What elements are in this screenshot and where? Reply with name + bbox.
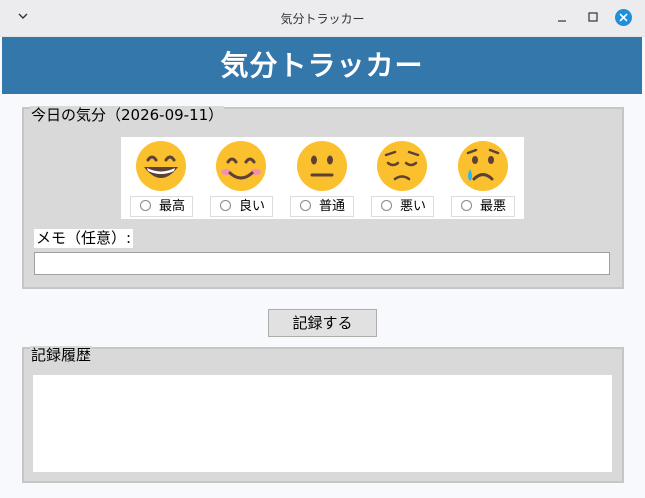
- memo-input[interactable]: [34, 252, 610, 275]
- radio-circle-icon: [381, 200, 392, 211]
- radio-circle-icon: [461, 200, 472, 211]
- today-mood-legend: 今日の気分（2026-09-11）: [30, 106, 225, 124]
- close-icon: [619, 13, 628, 22]
- smiling-face-icon: [216, 141, 266, 191]
- mood-radio-good[interactable]: 良い: [210, 196, 273, 217]
- mood-label: 普通: [319, 199, 346, 214]
- close-button[interactable]: [615, 9, 632, 26]
- maximize-icon[interactable]: [588, 12, 598, 22]
- history-legend: 記録履歴: [30, 346, 93, 364]
- mood-label: 良い: [239, 199, 266, 214]
- mood-radio-worst[interactable]: 最悪: [451, 196, 515, 217]
- neutral-face-icon: [297, 141, 347, 191]
- app-header-title: 気分トラッカー: [2, 37, 642, 94]
- mood-radio-normal[interactable]: 普通: [290, 196, 354, 217]
- window-titlebar: 気分トラッカー: [0, 0, 645, 37]
- mood-radio-bad[interactable]: 悪い: [371, 196, 434, 217]
- grinning-face-icon: [136, 141, 186, 191]
- history-list[interactable]: [33, 375, 612, 472]
- mood-label: 最悪: [480, 199, 507, 214]
- crying-face-icon: [458, 141, 508, 191]
- mood-label: 悪い: [400, 199, 427, 214]
- radio-circle-icon: [220, 200, 231, 211]
- mood-radio-best[interactable]: 最高: [130, 196, 193, 217]
- record-button[interactable]: 記録する: [268, 309, 377, 337]
- mood-selector: 最高 良い 普通 悪い 最悪: [121, 137, 524, 219]
- memo-label: メモ（任意）:: [34, 229, 134, 248]
- pensive-face-icon: [377, 141, 427, 191]
- mood-label: 最高: [159, 199, 186, 214]
- radio-circle-icon: [140, 200, 151, 211]
- minimize-icon[interactable]: [556, 10, 568, 24]
- window-title: 気分トラッカー: [280, 12, 365, 26]
- radio-circle-icon: [300, 200, 311, 211]
